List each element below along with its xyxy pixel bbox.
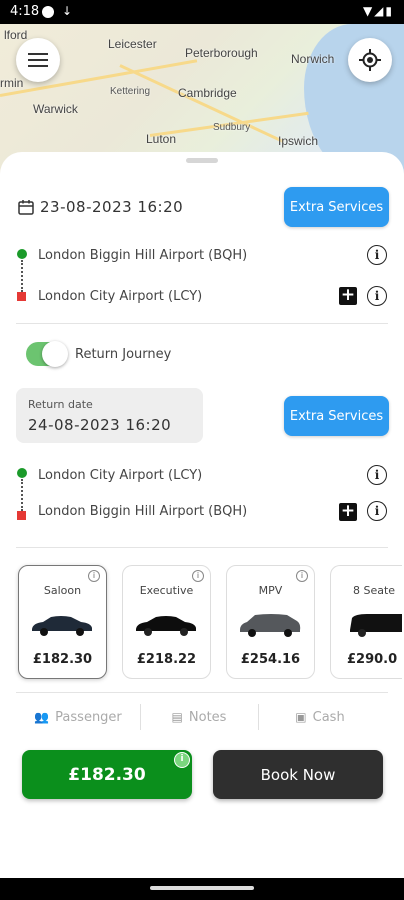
return-pickup-info-icon[interactable]: i: [367, 465, 387, 485]
vehicle-card-saloon[interactable]: i Saloon £182.30: [18, 565, 107, 679]
vehicle-price: £218.22: [136, 652, 197, 667]
booking-options-tabs: 👥 Passenger ▤ Notes ▣ Cash: [16, 702, 388, 732]
status-time: 4:18: [10, 4, 40, 19]
vehicle-name: 8 Seate: [353, 584, 396, 597]
return-journey-label: Return Journey: [75, 347, 172, 362]
map-label: Norwich: [291, 52, 335, 66]
map-label: Sudbury: [213, 122, 251, 133]
vehicle-card-executive[interactable]: i Executive £218.22: [122, 565, 211, 679]
home-gesture-bar[interactable]: [150, 886, 254, 890]
notes-icon: ▤: [171, 710, 183, 724]
book-now-button[interactable]: Book Now: [213, 750, 383, 799]
map-label: lford: [4, 28, 28, 42]
return-dropoff-marker-icon: [17, 511, 26, 520]
return-route-line: [21, 479, 23, 511]
calendar-icon: [18, 200, 34, 215]
vehicle-price: £254.16: [240, 652, 301, 667]
booking-sheet: 23-08-2023 16:20 Extra Services London B…: [0, 152, 404, 878]
fare-total-button[interactable]: £182.30 i: [22, 750, 192, 799]
usb-icon: ↓: [62, 4, 73, 18]
tab-cash[interactable]: ▣ Cash: [258, 702, 382, 732]
return-dropoff[interactable]: London Biggin Hill Airport (BQH): [38, 504, 247, 519]
menu-button[interactable]: [16, 38, 60, 82]
cash-icon: ▣: [295, 710, 307, 724]
status-bar: 4:18 ↓ ▼◢▮: [0, 0, 404, 24]
dropoff-info-icon[interactable]: i: [367, 286, 387, 306]
return-dropoff-info-icon[interactable]: i: [367, 501, 387, 521]
route-line: [21, 260, 23, 292]
map-road: [119, 64, 284, 143]
saloon-car-icon: [32, 616, 92, 636]
system-nav-bar: [0, 878, 404, 900]
hamburger-icon: [28, 53, 48, 67]
map-label: Warwick: [33, 102, 78, 116]
minibus-icon: [350, 614, 402, 637]
tab-passenger-label: Passenger: [55, 709, 122, 725]
pickup-info-icon[interactable]: i: [367, 245, 387, 265]
sheet-drag-handle[interactable]: [186, 158, 218, 163]
return-add-stop-icon[interactable]: +: [339, 503, 357, 521]
dropoff-marker-icon: [17, 292, 26, 301]
fare-total: £182.30: [68, 764, 146, 785]
map-label: rmin: [0, 76, 24, 90]
outbound-pickup[interactable]: London Biggin Hill Airport (BQH): [38, 248, 247, 263]
locate-me-button[interactable]: [348, 38, 392, 82]
divider: [16, 692, 388, 693]
return-date-value: 24-08-2023 16:20: [28, 416, 172, 434]
map-label: Cambridge: [178, 86, 237, 100]
tab-cash-label: Cash: [312, 709, 345, 725]
pickup-marker-icon: [17, 249, 27, 259]
vehicle-name: MPV: [258, 584, 283, 597]
return-date-field[interactable]: Return date 24-08-2023 16:20: [16, 388, 203, 443]
map-label: Ipswich: [278, 134, 319, 148]
fare-info-icon[interactable]: i: [174, 752, 190, 768]
vehicle-card-8-seater[interactable]: 8 Seate £290.0: [330, 565, 402, 679]
divider: [16, 547, 388, 548]
map-label: Luton: [146, 132, 177, 146]
vehicle-price: £182.30: [32, 652, 93, 667]
outbound-dropoff[interactable]: London City Airport (LCY): [38, 289, 202, 304]
return-pickup[interactable]: London City Airport (LCY): [38, 468, 202, 483]
executive-car-icon: [136, 616, 196, 636]
vehicle-info-icon[interactable]: i: [192, 570, 204, 582]
outbound-date[interactable]: 23-08-2023 16:20: [40, 198, 183, 216]
tab-notes[interactable]: ▤ Notes: [140, 702, 258, 732]
map-label: Leicester: [108, 37, 157, 51]
mpv-car-icon: [240, 614, 301, 637]
vehicle-info-icon[interactable]: i: [88, 570, 100, 582]
divider: [16, 323, 388, 324]
vehicle-price: £290.0: [347, 652, 398, 667]
vehicle-card-mpv[interactable]: i MPV £254.16: [226, 565, 315, 679]
map-label: Kettering: [110, 86, 151, 97]
vehicle-name: Saloon: [43, 584, 82, 597]
passenger-icon: 👥: [34, 710, 50, 724]
return-pickup-marker-icon: [17, 468, 27, 478]
map-label: Peterborough: [185, 46, 258, 60]
vehicle-info-icon[interactable]: i: [296, 570, 308, 582]
extra-services-button[interactable]: Extra Services: [284, 187, 389, 227]
notification-icon: [42, 6, 54, 18]
return-date-label: Return date: [28, 398, 93, 411]
return-journey-toggle[interactable]: [26, 341, 68, 367]
tab-notes-label: Notes: [188, 709, 227, 725]
vehicle-name: Executive: [139, 584, 194, 597]
add-stop-icon[interactable]: +: [339, 287, 357, 305]
signal-battery-icons: ▼◢▮: [362, 4, 394, 18]
tab-passenger[interactable]: 👥 Passenger: [16, 702, 140, 732]
crosshair-icon: [359, 49, 381, 71]
return-extra-services-button[interactable]: Extra Services: [284, 396, 389, 436]
